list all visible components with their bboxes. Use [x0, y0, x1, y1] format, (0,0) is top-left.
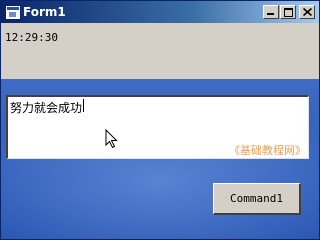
mouse-pointer-icon [105, 129, 118, 149]
window-title: Form1 [23, 5, 66, 19]
text-input[interactable]: 努力就会成功 《基础教程网》 [6, 95, 309, 159]
command1-button[interactable]: Command1 [213, 183, 301, 215]
form-client-area: 12:29:30 [1, 23, 319, 79]
text-caret [83, 99, 84, 112]
title-bar[interactable]: Form1 [1, 1, 319, 23]
form-window: Form1 12:29:30 努力就会成功 《基础教程网》 Command1 [0, 0, 320, 240]
watermark-text: 《基础教程网》 [229, 144, 306, 157]
maximize-button[interactable] [280, 5, 296, 19]
close-button[interactable] [299, 5, 315, 19]
text-input-value: 努力就会成功 [10, 101, 83, 115]
minimize-button[interactable] [263, 5, 279, 19]
time-label: 12:29:30 [5, 31, 58, 44]
close-icon [303, 8, 312, 16]
app-icon[interactable] [5, 5, 21, 20]
